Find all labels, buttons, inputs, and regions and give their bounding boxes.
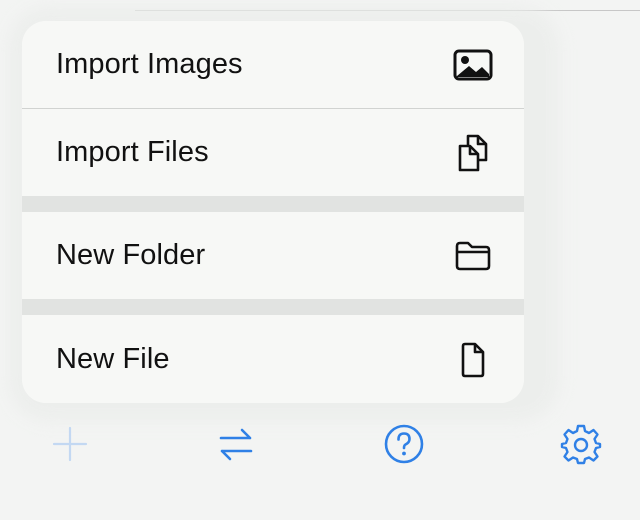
documents-icon [450,133,496,173]
settings-button[interactable] [556,424,606,468]
menu-item-new-file[interactable]: New File [22,316,524,403]
swap-arrows-icon [216,424,256,469]
menu-item-label: Import Files [56,136,209,168]
bottom-toolbar [0,404,640,484]
plus-icon [50,424,90,469]
menu-section-separator [22,196,524,212]
file-icon [450,340,496,380]
photo-icon [450,45,496,85]
swap-button[interactable] [211,424,261,468]
menu-item-label: Import Images [56,48,243,80]
menu-item-import-images[interactable]: Import Images [22,21,524,108]
add-button[interactable] [45,424,95,468]
help-circle-icon [382,422,426,471]
menu-section-separator [22,299,524,315]
menu-item-import-files[interactable]: Import Files [22,109,524,196]
help-button[interactable] [379,424,429,468]
context-menu: Import Images Import Files New Folder Ne… [22,21,524,403]
menu-item-new-folder[interactable]: New Folder [22,212,524,299]
menu-item-label: New File [56,343,170,375]
folder-icon [450,236,496,276]
menu-item-label: New Folder [56,239,206,271]
gear-icon [559,422,603,471]
